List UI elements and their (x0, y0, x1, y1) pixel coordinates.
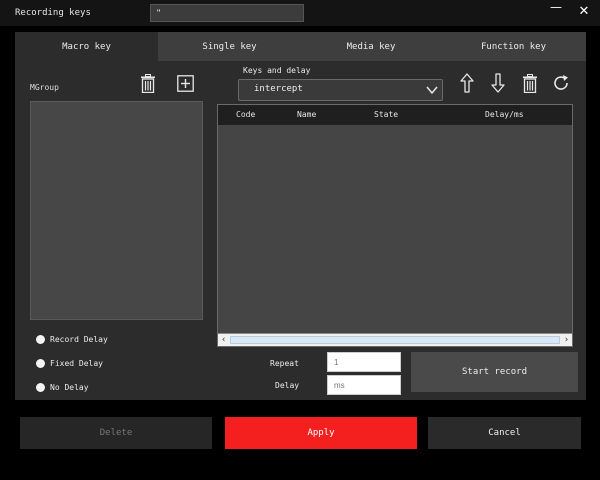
tab-macro-key[interactable]: Macro key (15, 32, 158, 61)
chevron-down-icon (426, 86, 438, 95)
select-value: intercept (254, 84, 303, 94)
keys-and-delay-select[interactable]: intercept (238, 79, 443, 101)
column-code: Code (236, 110, 256, 119)
radio-label: Fixed Delay (50, 359, 103, 368)
column-delay: Delay/ms (485, 110, 524, 119)
radio-label: No Delay (50, 383, 89, 392)
mgroup-label: MGroup (30, 83, 59, 92)
radio-circle (36, 383, 45, 392)
tab-single-key[interactable]: Single key (158, 32, 301, 61)
radio-no-delay[interactable]: No Delay (36, 383, 89, 392)
delete-button[interactable]: Delete (20, 417, 212, 449)
title-input[interactable] (150, 4, 304, 22)
radio-circle (36, 335, 45, 344)
mgroup-list[interactable] (30, 101, 203, 320)
repeat-input[interactable] (327, 352, 401, 372)
apply-button[interactable]: Apply (225, 417, 417, 449)
title-bar: Recording keys — ✕ (0, 0, 600, 26)
plus-square-icon (176, 74, 194, 92)
close-button[interactable]: ✕ (572, 0, 596, 22)
horizontal-scrollbar[interactable]: ‹ › (218, 333, 572, 346)
tab-media-key[interactable]: Media key (301, 32, 441, 61)
column-name: Name (297, 110, 317, 119)
minimize-button[interactable]: — (544, 0, 568, 18)
trash-icon (523, 73, 537, 93)
start-record-button[interactable]: Start record (411, 352, 578, 392)
scrollbar-thumb[interactable] (230, 336, 560, 344)
move-up-button[interactable] (457, 72, 477, 94)
arrow-down-icon (491, 73, 505, 93)
radio-label: Record Delay (50, 335, 108, 344)
mgroup-delete-button[interactable] (138, 72, 158, 94)
cancel-button[interactable]: Cancel (428, 417, 581, 449)
trash-icon (141, 73, 155, 93)
refresh-icon (554, 75, 568, 90)
delete-key-button[interactable] (520, 72, 540, 94)
main-panel: Macro key Single key Media key Function … (15, 32, 586, 400)
table-header: Code Name State Delay/ms (218, 105, 572, 125)
window-title: Recording keys (15, 8, 91, 18)
radio-fixed-delay[interactable]: Fixed Delay (36, 359, 103, 368)
keys-and-delay-label: Keys and delay (243, 66, 311, 75)
scroll-left-icon[interactable]: ‹ (218, 334, 229, 346)
refresh-button[interactable] (551, 72, 571, 94)
radio-circle (36, 359, 45, 368)
mgroup-add-button[interactable] (175, 73, 195, 93)
delay-input[interactable] (327, 375, 401, 395)
delay-label: Delay (275, 381, 300, 390)
move-down-button[interactable] (488, 72, 508, 94)
repeat-label: Repeat (270, 359, 299, 368)
tab-function-key[interactable]: Function key (441, 32, 586, 61)
keys-table[interactable]: Code Name State Delay/ms ‹ › (217, 104, 573, 347)
radio-record-delay[interactable]: Record Delay (36, 335, 108, 344)
column-state: State (374, 110, 399, 119)
arrow-up-icon (460, 73, 474, 93)
tab-bar: Macro key Single key Media key Function … (15, 32, 586, 61)
scroll-right-icon[interactable]: › (561, 334, 572, 346)
